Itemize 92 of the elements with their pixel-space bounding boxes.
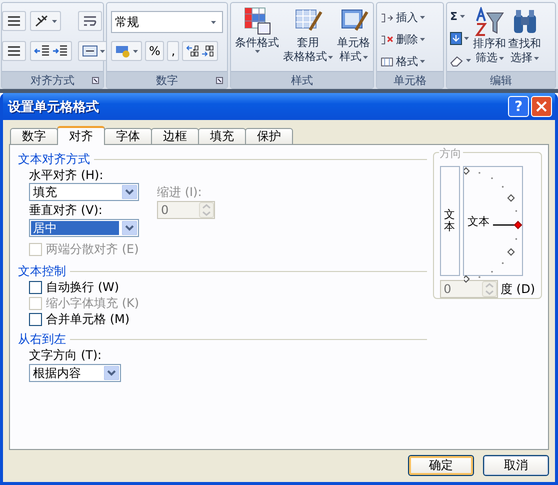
cells-button[interactable]: 删除 — [380, 30, 425, 49]
dropdown-field[interactable]: 填充 — [29, 183, 139, 201]
comma-button[interactable]: , — [167, 41, 180, 61]
currency-icon — [115, 44, 131, 58]
indent-buttons[interactable] — [30, 41, 72, 61]
tab[interactable]: 数字 — [10, 128, 58, 145]
help-button[interactable]: ? — [508, 96, 529, 117]
dropdown-arrow-icon[interactable] — [122, 221, 137, 235]
tab[interactable]: 填充 — [198, 128, 246, 145]
dropdown-arrow-icon[interactable] — [122, 185, 137, 199]
group-label: 编辑 — [490, 72, 512, 88]
increase-decimal-icon — [186, 44, 200, 58]
autosum-button[interactable]: Σ — [450, 7, 465, 26]
caret-icon — [133, 50, 138, 52]
cells-button[interactable]: 插入 — [380, 8, 425, 27]
style-button[interactable]: 单元格 样式 — [337, 6, 370, 64]
indent-icon — [52, 44, 68, 58]
field-label: 缩进 (I): — [157, 184, 203, 200]
caret-icon — [420, 16, 425, 19]
caret-icon — [420, 38, 425, 41]
caret-icon — [52, 20, 57, 22]
cells-button[interactable]: 格式 — [380, 52, 425, 71]
editing-button[interactable]: 查找和 选择 — [508, 7, 541, 65]
currency-button[interactable] — [111, 41, 142, 61]
number-format-combo[interactable]: 常规 — [111, 11, 223, 33]
fill-button[interactable] — [450, 29, 469, 48]
sort-filter-icon — [474, 7, 504, 37]
field-label: 垂直对齐 (V): — [29, 202, 104, 218]
format-cells-icon — [380, 54, 394, 68]
angled-text-icon — [34, 14, 50, 28]
dialog-button[interactable]: 确定 — [408, 455, 474, 476]
tab[interactable]: 边框 — [151, 128, 199, 145]
caret-icon — [498, 56, 504, 60]
field-label: 度 (D) — [500, 281, 535, 297]
eraser-icon — [450, 54, 464, 66]
field-label: 水平对齐 (H): — [29, 167, 104, 183]
caret-icon — [466, 59, 471, 62]
window-title: 设置单元格格式 — [8, 98, 99, 116]
merge-button[interactable] — [78, 41, 109, 61]
vertical-text: 文本 — [444, 208, 456, 234]
dropdown-arrow-icon[interactable] — [104, 366, 119, 380]
dialog-button[interactable]: 取消 — [483, 455, 549, 476]
group-label: 对齐方式 — [30, 72, 74, 88]
dropdown-field[interactable]: 居中 — [29, 219, 139, 237]
close-icon — [536, 101, 547, 112]
insert-cells-icon — [380, 10, 394, 24]
wrap-text-button[interactable] — [78, 11, 102, 31]
editing-button[interactable]: 排序和 筛选 — [473, 7, 506, 65]
group-label: 样式 — [291, 72, 313, 88]
caret-icon — [328, 56, 333, 58]
caret-icon — [211, 20, 216, 24]
caret-icon — [464, 37, 469, 40]
style-button[interactable]: 条件格式 — [235, 6, 279, 53]
caret-icon — [534, 56, 538, 60]
conditional-format-icon — [242, 6, 272, 36]
group-heading: 方向 — [438, 146, 463, 161]
dialog-launcher-icon[interactable] — [92, 77, 99, 84]
vertical-text-box[interactable]: 文本 — [440, 166, 460, 276]
checkbox[interactable]: 自动换行 (W) — [29, 279, 427, 295]
wrap-text-icon — [82, 14, 98, 28]
section-heading: 文本对齐方式 — [18, 150, 90, 168]
caret-icon — [100, 50, 105, 52]
percent-button[interactable]: % — [145, 41, 164, 61]
group-label: 数字 — [156, 72, 178, 88]
merge-cells-icon — [82, 44, 98, 58]
section-heading: 从右到左 — [18, 330, 66, 348]
tab[interactable]: 对齐 — [57, 126, 105, 145]
caret-icon — [460, 15, 465, 18]
caret-icon — [362, 56, 368, 58]
tab[interactable]: 字体 — [104, 128, 152, 145]
middle-align-button[interactable] — [2, 11, 26, 31]
align-lines-icon — [6, 44, 22, 58]
delete-cells-icon — [380, 32, 394, 46]
indent-icon — [34, 44, 50, 58]
orientation-button[interactable] — [30, 11, 61, 31]
tab[interactable]: 保护 — [245, 128, 293, 145]
caret-icon — [420, 60, 425, 63]
align-lines-icon — [6, 14, 22, 28]
fill-down-icon — [450, 32, 462, 45]
dropdown-field[interactable]: 根据内容 — [29, 364, 121, 382]
style-button[interactable]: 套用 表格格式 — [283, 6, 333, 64]
field-label: 文字方向 (T): — [29, 347, 103, 363]
dial-text: 文本 — [468, 214, 490, 228]
section-heading: 文本控制 — [18, 262, 66, 280]
group-label: 单元格 — [394, 72, 426, 88]
decrease-decimal-icon — [201, 44, 214, 58]
dialog-launcher-icon[interactable] — [216, 77, 223, 84]
align-right-button[interactable] — [2, 41, 26, 61]
checkbox[interactable]: 合并单元格 (M) — [29, 311, 427, 327]
decimal-buttons[interactable] — [182, 41, 218, 61]
close-button[interactable] — [531, 96, 552, 117]
caret-icon — [254, 50, 260, 53]
